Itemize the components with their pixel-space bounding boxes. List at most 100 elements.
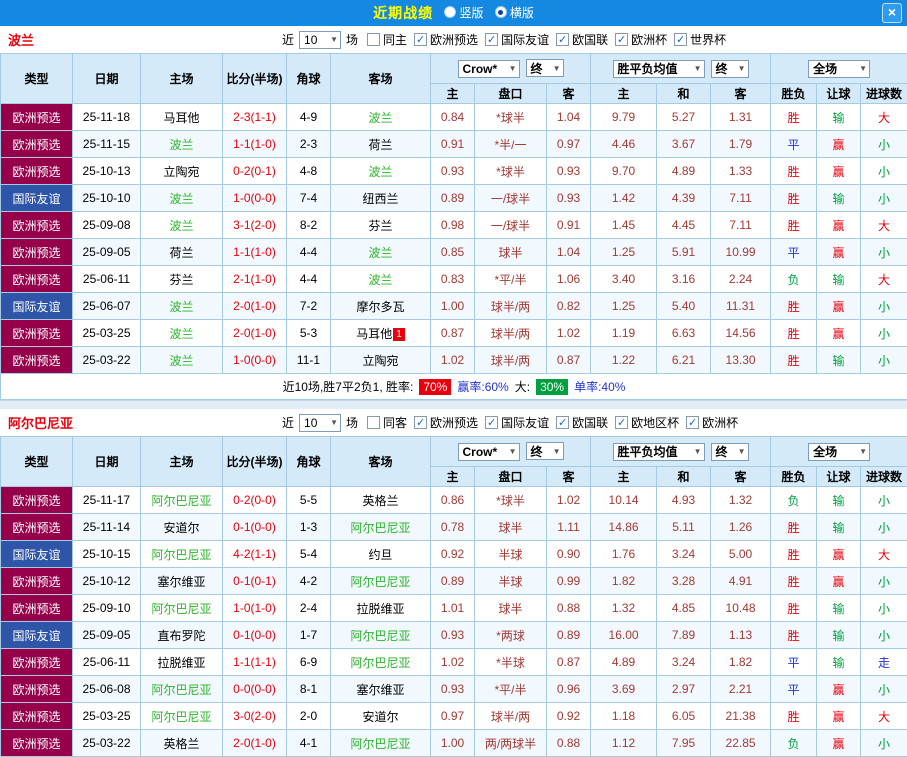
close-button[interactable]: ×: [882, 3, 902, 23]
layout-vertical-label: 竖版: [459, 4, 483, 21]
home-team-cell: 拉脱维亚: [141, 649, 223, 676]
away-team-cell: 英格兰: [331, 487, 431, 514]
home-team-cell: 安道尔: [141, 514, 223, 541]
odds-company-select-value: Crow*: [463, 62, 498, 76]
competition-filter[interactable]: 国际友谊: [485, 31, 549, 48]
competition-filter[interactable]: 欧国联: [556, 31, 608, 48]
match-type-cell: 国际友谊: [1, 622, 73, 649]
avg-odds-select[interactable]: 胜平负均值▼: [613, 443, 705, 461]
avg-home-cell: 3.40: [591, 266, 657, 293]
handicap-cell: 球半/两: [475, 293, 547, 320]
home-team-cell: 塞尔维亚: [141, 568, 223, 595]
scope-select[interactable]: 全场▼: [808, 60, 870, 78]
recent-results-panel: 近期战绩 竖版 横版 × 波兰近10▼场同主欧洲预选国际友谊欧国联欧洲杯世界杯类…: [0, 0, 907, 757]
column-header: 比分(半场): [223, 54, 287, 104]
handicap-cell: 球半/两: [475, 703, 547, 730]
match-count-select[interactable]: 10▼: [299, 31, 341, 49]
scope-header-group: 全场▼: [771, 437, 907, 467]
competition-filter[interactable]: 国际友谊: [485, 414, 549, 431]
avg-draw-cell: 6.63: [657, 320, 711, 347]
handicap-result-cell: 赢: [817, 730, 861, 757]
match-row: 国际友谊25-10-15阿尔巴尼亚4-2(1-1)5-4约旦0.92半球0.90…: [1, 541, 907, 568]
avg-home-cell: 3.69: [591, 676, 657, 703]
home-odds-cell: 0.97: [431, 703, 475, 730]
match-count-select[interactable]: 10▼: [299, 414, 341, 432]
competition-filter-checkbox[interactable]: [686, 416, 699, 429]
score-cell: 2-1(1-0): [223, 266, 287, 293]
competition-filter-checkbox[interactable]: [485, 33, 498, 46]
avg-away-cell: 5.00: [711, 541, 771, 568]
home-team-cell: 波兰: [141, 347, 223, 374]
away-odds-cell: 0.93: [547, 185, 591, 212]
venue-filter-checkbox[interactable]: [367, 416, 380, 429]
odds-company-select[interactable]: Crow*▼: [458, 60, 520, 78]
avg-final-select[interactable]: 终▼: [711, 443, 749, 461]
team-note-badge: 1: [393, 328, 405, 341]
away-odds-cell: 1.11: [547, 514, 591, 541]
handicap-result-cell: 赢: [817, 541, 861, 568]
avg-home-cell: 1.25: [591, 293, 657, 320]
avg-odds-select[interactable]: 胜平负均值▼: [613, 60, 705, 78]
away-odds-cell: 0.97: [547, 131, 591, 158]
match-type-cell: 欧洲预选: [1, 595, 73, 622]
date-cell: 25-06-08: [73, 676, 141, 703]
layout-horizontal-option[interactable]: 横版: [495, 4, 534, 21]
corners-cell: 5-5: [287, 487, 331, 514]
competition-filter-checkbox[interactable]: [615, 416, 628, 429]
corners-cell: 11-1: [287, 347, 331, 374]
away-team-cell: 波兰: [331, 239, 431, 266]
scope-select[interactable]: 全场▼: [808, 443, 870, 461]
date-cell: 25-09-05: [73, 239, 141, 266]
odds-final-select[interactable]: 终▼: [526, 442, 564, 460]
layout-vertical-option[interactable]: 竖版: [444, 4, 483, 21]
competition-filter-checkbox[interactable]: [414, 416, 427, 429]
date-cell: 25-10-13: [73, 158, 141, 185]
competition-filter[interactable]: 欧洲预选: [414, 414, 478, 431]
summary-cell: 近10场,胜7平2负1, 胜率:70%赢率:60%大:30%单率:40%: [1, 374, 907, 400]
competition-filter-checkbox[interactable]: [556, 33, 569, 46]
radio-horizontal-icon[interactable]: [495, 6, 507, 18]
away-odds-cell: 1.04: [547, 104, 591, 131]
sub-column-header: 客: [547, 467, 591, 487]
competition-filter-checkbox[interactable]: [556, 416, 569, 429]
competition-filter[interactable]: 欧洲预选: [414, 31, 478, 48]
avg-home-cell: 16.00: [591, 622, 657, 649]
avg-away-cell: 4.91: [711, 568, 771, 595]
home-team-cell: 芬兰: [141, 266, 223, 293]
radio-vertical-icon[interactable]: [444, 6, 456, 18]
competition-filter[interactable]: 欧洲杯: [615, 31, 667, 48]
venue-filter[interactable]: 同客: [367, 414, 407, 431]
away-team-cell: 波兰: [331, 104, 431, 131]
sub-column-header: 让球: [817, 84, 861, 104]
home-odds-cell: 1.00: [431, 730, 475, 757]
competition-filter-checkbox[interactable]: [485, 416, 498, 429]
venue-filter-checkbox[interactable]: [367, 33, 380, 46]
corners-cell: 4-1: [287, 730, 331, 757]
corners-cell: 4-2: [287, 568, 331, 595]
avg-away-cell: 1.31: [711, 104, 771, 131]
competition-filter[interactable]: 欧地区杯: [615, 414, 679, 431]
titlebar-center: 近期战绩 竖版 横版: [373, 3, 534, 23]
match-type-cell: 欧洲预选: [1, 320, 73, 347]
odds-final-select[interactable]: 终▼: [526, 59, 564, 77]
avg-home-cell: 9.79: [591, 104, 657, 131]
avg-draw-cell: 7.95: [657, 730, 711, 757]
venue-filter[interactable]: 同主: [367, 31, 407, 48]
home-team-cell: 阿尔巴尼亚: [141, 595, 223, 622]
odds-company-select[interactable]: Crow*▼: [458, 443, 520, 461]
competition-filter-checkbox[interactable]: [674, 33, 687, 46]
score-cell: 1-0(1-0): [223, 595, 287, 622]
chevron-down-icon: ▼: [859, 64, 867, 73]
competition-filter[interactable]: 欧洲杯: [686, 414, 738, 431]
competition-filter-checkbox[interactable]: [414, 33, 427, 46]
match-row: 欧洲预选25-11-14安道尔0-1(0-0)1-3阿尔巴尼亚0.78球半1.1…: [1, 514, 907, 541]
competition-filter-checkbox[interactable]: [615, 33, 628, 46]
competition-filter[interactable]: 世界杯: [674, 31, 726, 48]
handicap-result-cell: 输: [817, 622, 861, 649]
competition-filter[interactable]: 欧国联: [556, 414, 608, 431]
handicap-result-cell: 赢: [817, 158, 861, 185]
avg-final-select[interactable]: 终▼: [711, 60, 749, 78]
competition-filter-label: 欧洲预选: [430, 31, 478, 48]
corners-cell: 8-2: [287, 212, 331, 239]
match-row: 欧洲预选25-09-05荷兰1-1(1-0)4-4波兰0.85球半1.041.2…: [1, 239, 907, 266]
